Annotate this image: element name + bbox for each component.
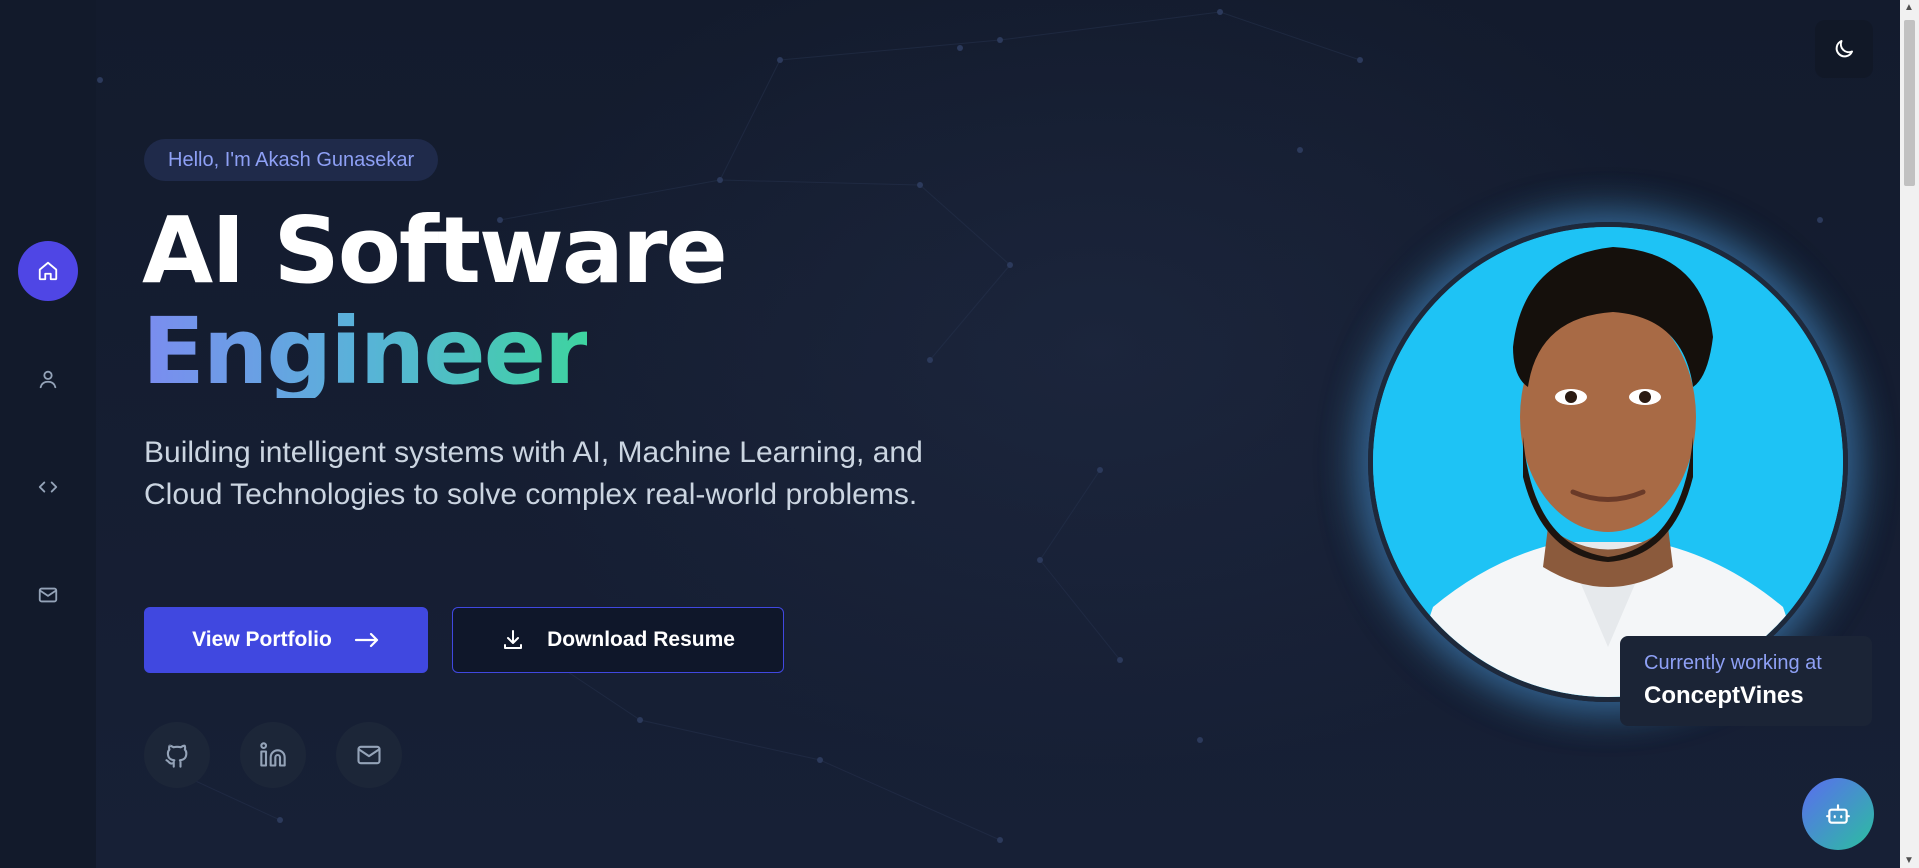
arrow-right-icon — [354, 632, 378, 648]
code-icon — [38, 481, 58, 493]
download-icon — [504, 630, 523, 649]
email-link[interactable] — [336, 722, 402, 788]
page-scrollbar[interactable]: ▲ ▼ — [1900, 0, 1919, 868]
scrollbar-thumb[interactable] — [1904, 20, 1915, 186]
hero-description: Building intelligent systems with AI, Ma… — [144, 436, 923, 511]
hero-title-line2: Engineer — [142, 298, 589, 405]
sidebar-item-home[interactable] — [18, 241, 78, 301]
theme-toggle-button[interactable] — [1815, 20, 1873, 78]
sidebar-item-contact[interactable] — [18, 565, 78, 625]
profile-portrait — [1368, 222, 1848, 702]
moon-icon — [1835, 40, 1853, 58]
greeting-badge: Hello, I'm Akash Gunasekar — [144, 139, 439, 181]
current-employer-card: Currently working at ConceptVines — [1620, 636, 1872, 726]
github-link[interactable] — [144, 722, 210, 788]
profile-photo — [1373, 227, 1843, 697]
linkedin-link[interactable] — [240, 722, 306, 788]
view-portfolio-label: View Portfolio — [192, 628, 332, 651]
mail-icon — [357, 745, 381, 765]
company-name: ConceptVines — [1644, 682, 1804, 709]
download-resume-label: Download Resume — [547, 628, 735, 651]
sidebar-item-projects[interactable] — [18, 457, 78, 517]
working-label: Currently working at — [1644, 652, 1822, 674]
hero-title-line1: AI Software — [142, 197, 728, 304]
scroll-down-arrow-icon[interactable]: ▼ — [1904, 856, 1914, 866]
linkedin-icon — [260, 742, 286, 767]
view-portfolio-button[interactable]: View Portfolio — [144, 607, 428, 673]
github-icon — [165, 744, 188, 768]
bot-icon — [1826, 804, 1850, 824]
chatbot-button[interactable] — [1802, 778, 1874, 850]
sidebar-nav — [0, 0, 96, 868]
mail-icon — [38, 587, 58, 603]
scroll-up-arrow-icon[interactable]: ▲ — [1904, 3, 1914, 13]
sidebar-item-about[interactable] — [18, 349, 78, 409]
home-icon — [38, 261, 58, 281]
user-icon — [39, 370, 57, 389]
download-resume-button[interactable]: Download Resume — [452, 607, 784, 673]
